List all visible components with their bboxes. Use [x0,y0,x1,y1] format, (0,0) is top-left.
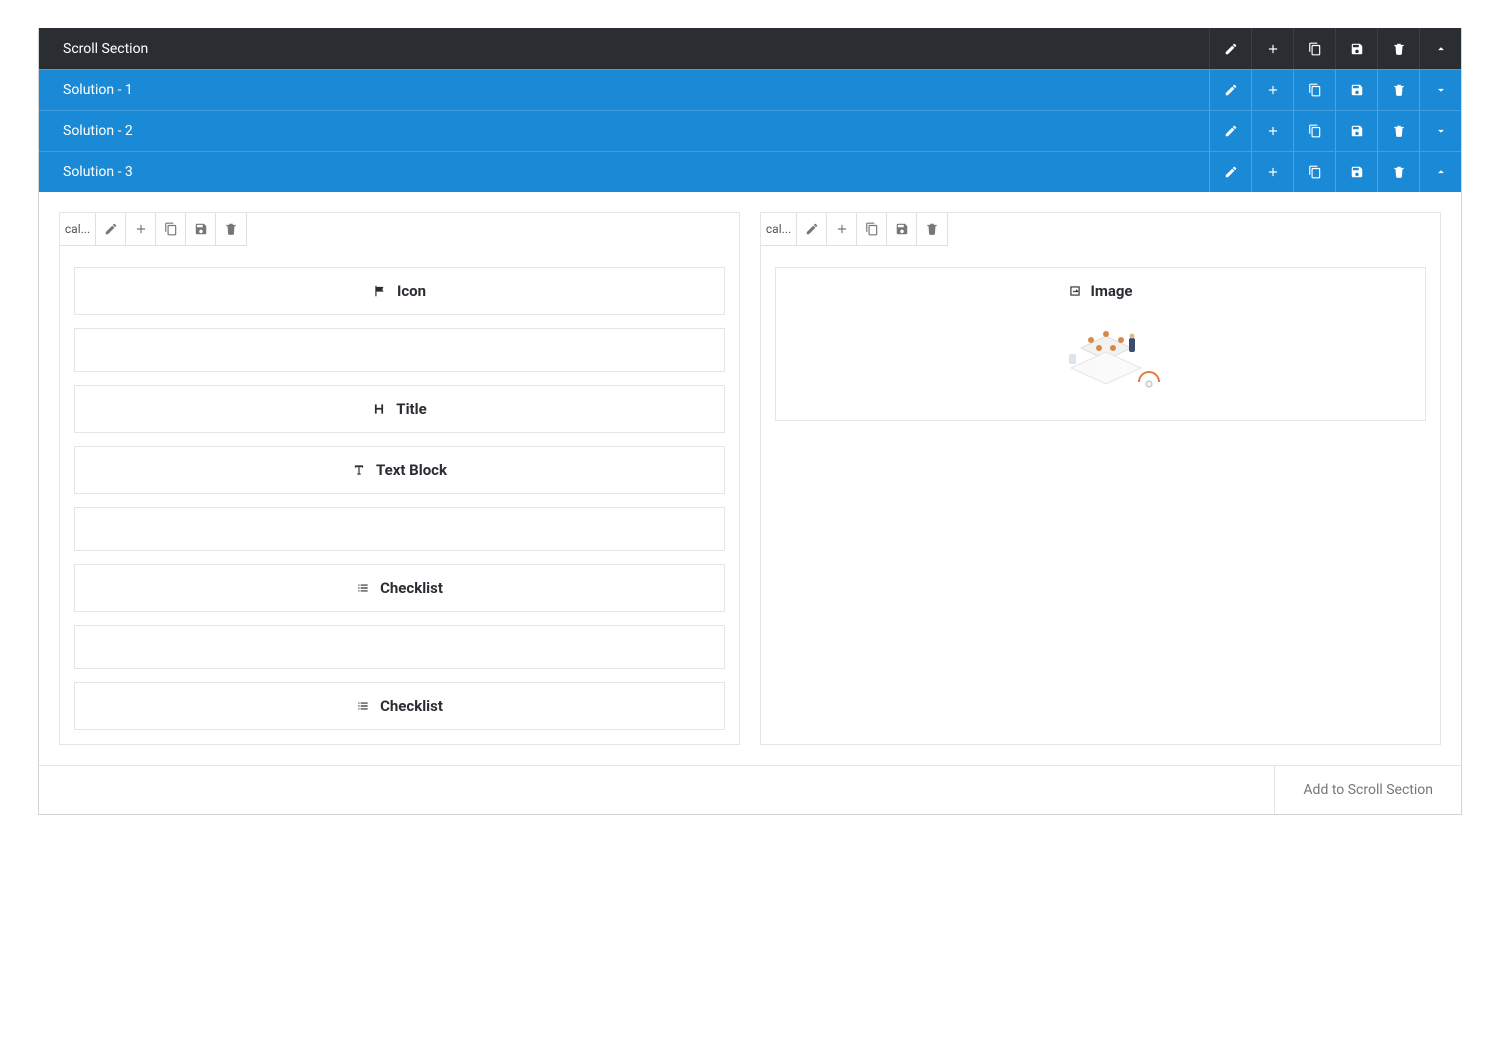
empty-block[interactable] [74,507,725,551]
image-block[interactable]: Image [775,267,1426,421]
delete-button[interactable] [1377,111,1419,151]
block-label: Title [396,400,426,418]
solution-actions [1209,70,1461,110]
solution-row-3: Solution - 3 [39,151,1461,192]
text-icon [352,463,366,477]
save-button[interactable] [1335,70,1377,110]
save-button[interactable] [1335,28,1377,69]
save-button[interactable] [887,213,917,245]
add-to-scroll-section-button[interactable]: Add to Scroll Section [1274,766,1461,814]
checklist-block[interactable]: Checklist [74,564,725,612]
right-column: cal... Image [760,212,1441,745]
scroll-section-title: Scroll Section [39,41,1209,57]
image-icon [1068,284,1082,298]
right-blocks: Image [775,267,1426,421]
save-button[interactable] [1335,111,1377,151]
edit-button[interactable] [1209,152,1251,192]
block-label: Text Block [376,461,447,479]
delete-button[interactable] [1377,152,1419,192]
empty-block[interactable] [74,625,725,669]
copy-button[interactable] [1293,28,1335,69]
empty-block[interactable] [74,328,725,372]
footer: Add to Scroll Section [39,765,1461,814]
left-blocks: Icon Title Text Block Checklist [74,267,725,730]
add-button[interactable] [827,213,857,245]
scroll-section-header: Scroll Section [39,28,1461,69]
icon-block[interactable]: Icon [74,267,725,315]
column-label: cal... [60,213,96,245]
copy-button[interactable] [857,213,887,245]
solution-actions [1209,152,1461,192]
solution-title: Solution - 2 [39,123,1209,139]
heading-icon [372,402,386,416]
add-button[interactable] [1251,70,1293,110]
content-area: cal... Icon Title Text B [39,192,1461,765]
column-toolbar: cal... [761,213,948,246]
solution-title: Solution - 3 [39,164,1209,180]
copy-button[interactable] [1293,111,1335,151]
left-column: cal... Icon Title Text B [59,212,740,745]
block-label: Icon [397,282,426,300]
add-button[interactable] [1251,152,1293,192]
list-icon [356,581,370,595]
copy-button[interactable] [156,213,186,245]
collapse-button[interactable] [1419,152,1461,192]
checklist-block[interactable]: Checklist [74,682,725,730]
solution-actions [1209,111,1461,151]
block-label: Checklist [380,697,443,715]
expand-button[interactable] [1419,111,1461,151]
list-icon [356,699,370,713]
scroll-section-actions [1209,28,1461,69]
edit-button[interactable] [1209,111,1251,151]
delete-button[interactable] [917,213,947,245]
add-button[interactable] [1251,28,1293,69]
add-button[interactable] [1251,111,1293,151]
title-block[interactable]: Title [74,385,725,433]
text-block[interactable]: Text Block [74,446,725,494]
delete-button[interactable] [1377,70,1419,110]
solution-row-2: Solution - 2 [39,110,1461,151]
solution-row-1: Solution - 1 [39,69,1461,110]
expand-button[interactable] [1419,70,1461,110]
flag-icon [373,284,387,298]
save-button[interactable] [186,213,216,245]
copy-button[interactable] [1293,70,1335,110]
edit-button[interactable] [1209,70,1251,110]
block-label: Image [1090,282,1132,300]
collapse-button[interactable] [1419,28,1461,69]
edit-button[interactable] [1209,28,1251,69]
block-label: Checklist [380,579,443,597]
column-toolbar: cal... [60,213,247,246]
delete-button[interactable] [1377,28,1419,69]
builder-container: Scroll Section Solution - 1 Solution - 2 [38,28,1462,815]
edit-button[interactable] [96,213,126,245]
solution-title: Solution - 1 [39,82,1209,98]
copy-button[interactable] [1293,152,1335,192]
column-label: cal... [761,213,797,245]
add-button[interactable] [126,213,156,245]
edit-button[interactable] [797,213,827,245]
image-illustration [1041,316,1161,396]
save-button[interactable] [1335,152,1377,192]
delete-button[interactable] [216,213,246,245]
